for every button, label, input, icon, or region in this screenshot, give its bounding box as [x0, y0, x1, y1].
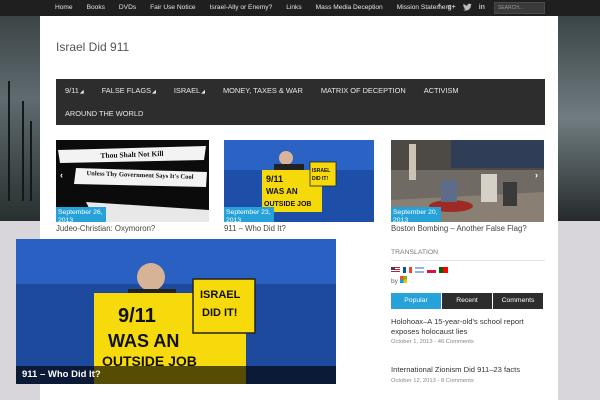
translation-heading: TRANSLATION: [391, 249, 545, 261]
tab-recent[interactable]: Recent: [442, 293, 492, 309]
nav-item-911[interactable]: 9/11◢: [56, 79, 93, 102]
slider-card-title[interactable]: 911 – Who Did It?: [224, 224, 384, 233]
site-title[interactable]: Israel Did 911: [56, 40, 129, 54]
popular-post-title[interactable]: Holohoax–A 15-year-old's school report e…: [391, 317, 545, 336]
sign-text: 9/11: [266, 174, 283, 184]
featured-post-image[interactable]: 9/11 WAS AN OUTSIDE JOB ISRAEL DID IT! 9…: [16, 239, 336, 384]
translation-by: by: [391, 276, 545, 285]
caret-icon: ◢: [201, 89, 206, 95]
main-nav: 9/11◢ FALSE FLAGS◢ ISRAEL◢ MONEY, TAXES …: [56, 79, 545, 125]
facebook-icon[interactable]: f: [438, 3, 440, 15]
nav-item-around-the-world[interactable]: AROUND THE WORLD: [56, 102, 152, 125]
main-nav-row: 9/11◢ FALSE FLAGS◢ ISRAEL◢ MONEY, TAXES …: [56, 79, 468, 102]
nav-label: MONEY, TAXES & WAR: [223, 86, 303, 95]
by-label: by: [391, 278, 398, 285]
featured-post-title[interactable]: 911 – Who Did It?: [16, 366, 336, 384]
caret-icon: ◢: [79, 89, 84, 95]
nav-label: FALSE FLAGS: [101, 86, 151, 95]
sign-text: ISRAEL: [312, 168, 330, 174]
sign-text: DID IT!: [312, 176, 328, 182]
post-date-badge: September 26, 2013: [56, 207, 106, 222]
twitter-icon[interactable]: [462, 3, 472, 15]
slider-card-title[interactable]: Judeo-Christian: Oxymoron?: [56, 224, 216, 233]
nav-item-matrix-of-deception[interactable]: MATRIX OF DECEPTION: [312, 79, 415, 102]
post-date-badge: September 20, 2013: [391, 207, 441, 222]
social-links: f g+ in: [438, 3, 485, 15]
flag-icon-french[interactable]: [403, 267, 412, 273]
nav-label: MATRIX OF DECEPTION: [320, 86, 406, 95]
sign-text: 9/11: [118, 305, 156, 327]
sign-text: DID IT!: [202, 307, 238, 319]
flag-icon-portuguese[interactable]: [439, 267, 448, 273]
tab-comments[interactable]: Comments: [493, 293, 543, 309]
flag-icon-polish[interactable]: [427, 267, 436, 273]
main-nav-row: AROUND THE WORLD: [56, 102, 152, 125]
pole-graphic: [30, 121, 32, 201]
topnav-links[interactable]: Links: [279, 0, 308, 16]
nav-item-false-flags[interactable]: FALSE FLAGS◢: [93, 79, 165, 102]
nav-label: 9/11: [65, 86, 79, 95]
sign-text: WAS AN: [266, 187, 298, 196]
topnav-home[interactable]: Home: [48, 0, 80, 16]
nav-item-israel[interactable]: ISRAEL◢: [165, 79, 214, 102]
pole-graphic: [22, 101, 24, 201]
slider-card-title[interactable]: Boston Bombing – Another False Flag?: [391, 224, 551, 233]
translation-flags: [391, 267, 545, 273]
popular-post-title[interactable]: International Zionism Did 911–23 facts: [391, 365, 545, 375]
list-item[interactable]: International Zionism Did 911–23 facts O…: [391, 365, 545, 384]
nav-label: ACTIVISM: [423, 86, 459, 95]
sign-text: ISRAEL: [200, 289, 241, 301]
linkedin-icon[interactable]: in: [479, 3, 485, 15]
top-bar: Home Books DVDs Fair Use Notice Israel-A…: [0, 0, 600, 16]
translation-provider-icon[interactable]: [399, 276, 407, 283]
popular-post-meta: October 1, 2013 - 46 Comments: [391, 339, 474, 346]
background-left: [0, 16, 40, 221]
sidebar: TRANSLATION by Popular Recent Comments H…: [391, 249, 545, 384]
chevron-right-icon[interactable]: ›: [535, 170, 538, 180]
background-right: [558, 16, 600, 221]
nav-item-money-taxes-war[interactable]: MONEY, TAXES & WAR: [214, 79, 312, 102]
tab-popular[interactable]: Popular: [391, 293, 441, 309]
sidebar-tabs: Popular Recent Comments: [391, 293, 545, 309]
topnav-fair-use[interactable]: Fair Use Notice: [143, 0, 202, 16]
post-date-badge: September 23, 2013: [224, 207, 274, 222]
top-nav: Home Books DVDs Fair Use Notice Israel-A…: [48, 0, 458, 16]
chevron-left-icon[interactable]: ‹: [60, 170, 63, 180]
pole-graphic: [8, 81, 10, 201]
caret-icon: ◢: [152, 89, 156, 95]
google-plus-icon[interactable]: g+: [447, 3, 455, 15]
nav-label: ISRAEL: [173, 86, 201, 95]
flag-icon-hebrew[interactable]: [415, 267, 424, 273]
sign-text: WAS AN: [108, 331, 180, 351]
nav-label: AROUND THE WORLD: [65, 109, 144, 118]
search-input[interactable]: SEARCH...: [494, 2, 545, 14]
flag-icon-english[interactable]: [391, 267, 400, 273]
topnav-books[interactable]: Books: [80, 0, 112, 16]
topnav-mass-media[interactable]: Mass Media Deception: [309, 0, 390, 16]
popular-post-meta: October 12, 2013 - 8 Comments: [391, 377, 474, 384]
nav-item-activism[interactable]: ACTIVISM: [415, 79, 468, 102]
list-item[interactable]: Holohoax–A 15-year-old's school report e…: [391, 317, 545, 345]
topnav-israel-ally[interactable]: Israel-Ally or Enemy?: [203, 0, 280, 16]
topnav-dvds[interactable]: DVDs: [112, 0, 143, 16]
